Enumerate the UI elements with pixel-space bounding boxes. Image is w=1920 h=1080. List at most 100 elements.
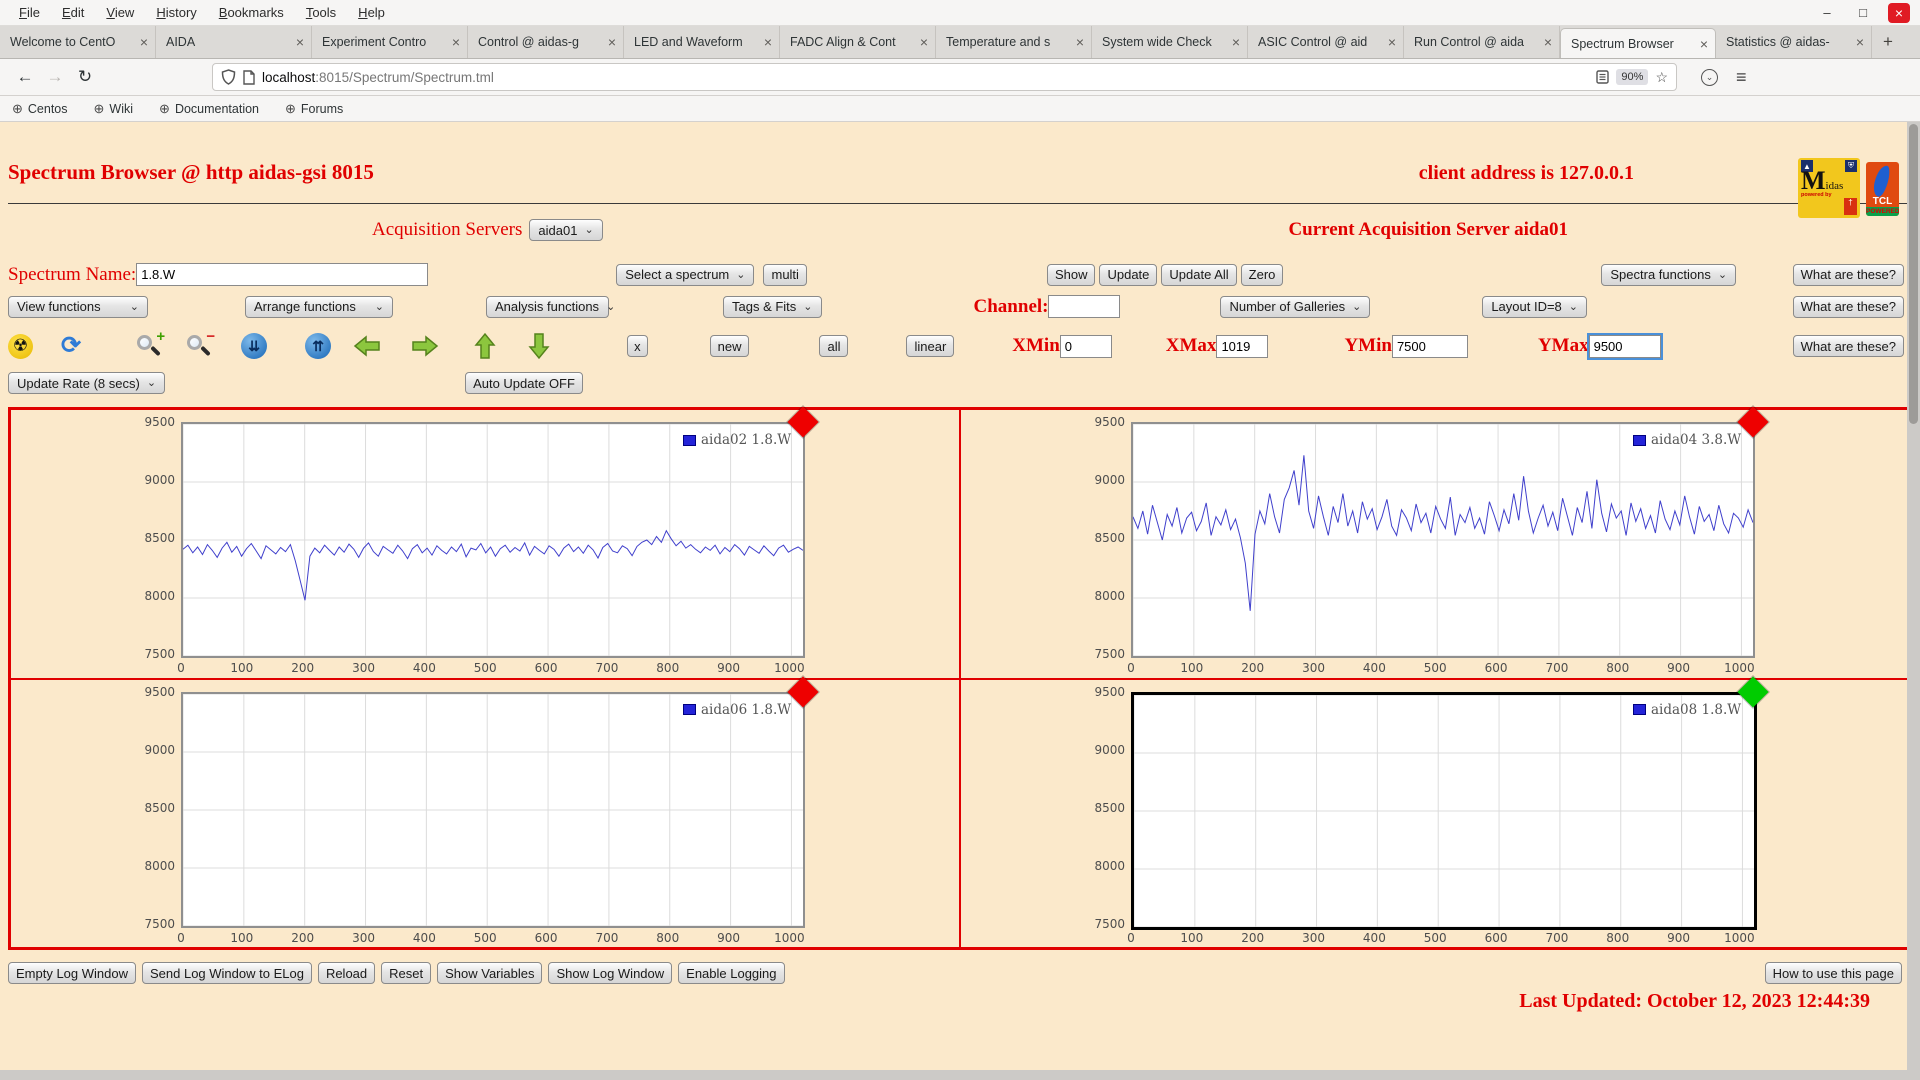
- tab-close-icon[interactable]: ×: [1384, 34, 1396, 50]
- menu-help[interactable]: Help: [347, 0, 396, 25]
- show-button[interactable]: Show: [1047, 264, 1096, 286]
- refresh-icon[interactable]: ⟳: [61, 334, 81, 358]
- scroll-down-icon[interactable]: ⇊: [241, 333, 267, 359]
- page-info-icon[interactable]: [243, 70, 255, 85]
- url-text[interactable]: localhost:8015/Spectrum/Spectrum.tml: [262, 70, 1589, 85]
- tab-close-icon[interactable]: ×: [448, 34, 460, 50]
- tab-close-icon[interactable]: ×: [1696, 36, 1708, 52]
- bookmark-centos[interactable]: ⊕Centos: [12, 101, 68, 117]
- menu-bookmarks[interactable]: Bookmarks: [208, 0, 295, 25]
- tab-asic-control-aid[interactable]: ASIC Control @ aid×: [1248, 26, 1404, 58]
- menu-file[interactable]: File: [8, 0, 51, 25]
- reset-button[interactable]: Reset: [381, 962, 431, 984]
- analysis-functions-dropdown[interactable]: Analysis functions⌄: [486, 296, 609, 318]
- galleries-dropdown[interactable]: Number of Galleries⌄: [1220, 296, 1370, 318]
- tab-close-icon[interactable]: ×: [292, 34, 304, 50]
- layout-id-dropdown[interactable]: Layout ID=8⌄: [1482, 296, 1587, 318]
- arrow-down-icon[interactable]: [527, 332, 551, 360]
- arrow-left-icon[interactable]: [353, 334, 381, 358]
- show-variables-button[interactable]: Show Variables: [437, 962, 542, 984]
- new-button[interactable]: new: [710, 335, 750, 357]
- new-tab-button[interactable]: +: [1872, 26, 1904, 58]
- zoom-out-icon[interactable]: −: [185, 332, 215, 360]
- vertical-scrollbar[interactable]: [1907, 122, 1920, 1070]
- linear-button[interactable]: linear: [906, 335, 954, 357]
- enable-logging-button[interactable]: Enable Logging: [678, 962, 784, 984]
- update-rate-dropdown[interactable]: Update Rate (8 secs)⌄: [8, 372, 165, 394]
- ymin-input[interactable]: [1392, 335, 1468, 358]
- arrow-right-icon[interactable]: [411, 334, 439, 358]
- spectrum-plot[interactable]: [1131, 692, 1757, 930]
- tab-close-icon[interactable]: ×: [1540, 34, 1552, 50]
- update-all-button[interactable]: Update All: [1161, 264, 1236, 286]
- tab-close-icon[interactable]: ×: [604, 34, 616, 50]
- send-log-window-to-elog-button[interactable]: Send Log Window to ELog: [142, 962, 312, 984]
- reader-mode-icon[interactable]: [1596, 70, 1609, 84]
- view-functions-dropdown[interactable]: View functions⌄: [8, 296, 148, 318]
- zoom-in-icon[interactable]: +: [135, 332, 165, 360]
- tab-close-icon[interactable]: ×: [1072, 34, 1084, 50]
- zero-spectrum-icon[interactable]: ☢: [8, 334, 33, 359]
- app-menu-icon[interactable]: ≡: [1736, 67, 1747, 88]
- xmin-input[interactable]: [1060, 335, 1112, 358]
- back-button[interactable]: ←: [10, 67, 40, 87]
- forward-button[interactable]: →: [40, 67, 70, 87]
- show-log-window-button[interactable]: Show Log Window: [548, 962, 672, 984]
- xmax-input[interactable]: [1216, 335, 1268, 358]
- auto-update-button[interactable]: Auto Update OFF: [465, 372, 583, 394]
- bookmark-documentation[interactable]: ⊕Documentation: [159, 101, 259, 117]
- tab-control-aidas-g[interactable]: Control @ aidas-g×: [468, 26, 624, 58]
- zero-button[interactable]: Zero: [1241, 264, 1284, 286]
- arrow-up-icon[interactable]: [473, 332, 497, 360]
- tab-fadc-align-cont[interactable]: FADC Align & Cont×: [780, 26, 936, 58]
- maximize-button[interactable]: □: [1852, 3, 1874, 23]
- tab-statistics-aidas-[interactable]: Statistics @ aidas-×: [1716, 26, 1872, 58]
- spectrum-plot[interactable]: [181, 422, 805, 658]
- horizontal-scrollbar[interactable]: [0, 1070, 1920, 1080]
- channel-input[interactable]: [1048, 295, 1120, 318]
- pocket-icon[interactable]: ⌄: [1701, 69, 1718, 86]
- tab-aida[interactable]: AIDA×: [156, 26, 312, 58]
- tab-close-icon[interactable]: ×: [1228, 34, 1240, 50]
- tags-fits-dropdown[interactable]: Tags & Fits⌄: [723, 296, 822, 318]
- url-bar[interactable]: localhost:8015/Spectrum/Spectrum.tml 90%…: [212, 63, 1677, 91]
- bookmark-star-icon[interactable]: ☆: [1655, 69, 1668, 86]
- spectrum-name-input[interactable]: [136, 263, 428, 286]
- how-to-use-button[interactable]: How to use this page: [1765, 962, 1902, 984]
- multi-button[interactable]: multi: [763, 264, 806, 286]
- arrange-functions-dropdown[interactable]: Arrange functions⌄: [245, 296, 393, 318]
- what-are-these-button-2[interactable]: What are these?: [1793, 296, 1904, 318]
- select-spectrum-dropdown[interactable]: Select a spectrum⌄: [616, 264, 754, 286]
- reload-button[interactable]: ↻: [70, 67, 100, 87]
- bookmark-forums[interactable]: ⊕Forums: [285, 101, 343, 117]
- spectrum-plot[interactable]: [1131, 422, 1755, 658]
- tab-close-icon[interactable]: ×: [1852, 34, 1864, 50]
- menu-view[interactable]: View: [95, 0, 145, 25]
- tab-close-icon[interactable]: ×: [760, 34, 772, 50]
- tab-close-icon[interactable]: ×: [916, 34, 928, 50]
- close-button[interactable]: ×: [1888, 3, 1910, 23]
- scroll-up-icon[interactable]: ⇈: [305, 333, 331, 359]
- x-scale-button[interactable]: x: [627, 335, 648, 357]
- shield-icon[interactable]: [221, 69, 236, 85]
- reload-button[interactable]: Reload: [318, 962, 375, 984]
- menu-edit[interactable]: Edit: [51, 0, 95, 25]
- all-button[interactable]: all: [819, 335, 848, 357]
- tab-run-control-aida[interactable]: Run Control @ aida×: [1404, 26, 1560, 58]
- tab-led-and-waveform[interactable]: LED and Waveform×: [624, 26, 780, 58]
- ymax-input[interactable]: [1589, 335, 1661, 358]
- zoom-level-badge[interactable]: 90%: [1616, 69, 1648, 85]
- spectrum-plot[interactable]: [181, 692, 805, 928]
- menu-tools[interactable]: Tools: [295, 0, 347, 25]
- empty-log-window-button[interactable]: Empty Log Window: [8, 962, 136, 984]
- minimize-button[interactable]: –: [1816, 3, 1838, 23]
- scrollbar-thumb[interactable]: [1909, 124, 1918, 424]
- tab-temperature-and-s[interactable]: Temperature and s×: [936, 26, 1092, 58]
- bookmark-wiki[interactable]: ⊕Wiki: [94, 101, 134, 117]
- what-are-these-button-3[interactable]: What are these?: [1793, 335, 1904, 357]
- what-are-these-button-1[interactable]: What are these?: [1793, 264, 1904, 286]
- tab-spectrum-browser[interactable]: Spectrum Browser×: [1560, 28, 1716, 58]
- tab-close-icon[interactable]: ×: [136, 34, 148, 50]
- update-button[interactable]: Update: [1099, 264, 1157, 286]
- acquisition-server-dropdown[interactable]: aida01⌄: [529, 219, 602, 241]
